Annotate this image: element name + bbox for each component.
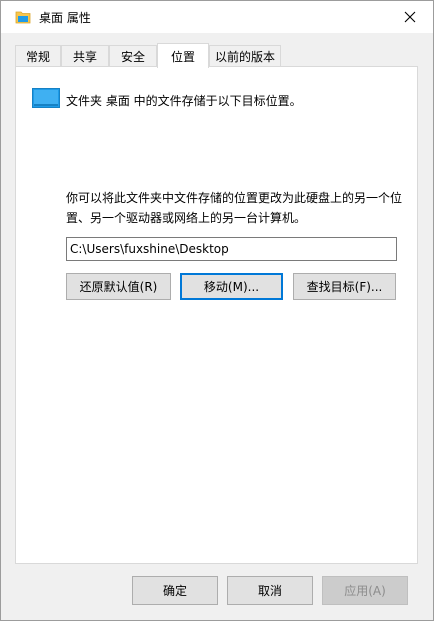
dialog-body: 常规 共享 安全 位置 以前的版本 文件夹 桌面 中的文件存储于以下目标位置。 … [1,33,433,620]
close-icon [404,11,416,23]
location-description: 文件夹 桌面 中的文件存储于以下目标位置。 [66,94,302,108]
move-button[interactable]: 移动(M)... [180,273,283,300]
tab-previous-versions[interactable]: 以前的版本 [209,45,281,66]
ok-button[interactable]: 确定 [132,576,218,605]
properties-dialog: 桌面 属性 常规 共享 安全 位置 以前的版本 文件夹 桌面 中的文件存储于以下… [0,0,434,621]
tab-label: 共享 [72,49,97,64]
apply-button[interactable]: 应用(A) [322,576,408,605]
tab-location[interactable]: 位置 [157,43,209,68]
cancel-button[interactable]: 取消 [227,576,313,605]
folder-icon [15,11,31,24]
tab-general[interactable]: 常规 [15,45,61,66]
tab-label: 常规 [25,49,50,64]
tab-sharing[interactable]: 共享 [61,45,109,66]
desktop-folder-icon [32,88,60,108]
location-info: 你可以将此文件夹中文件存储的位置更改为此硬盘上的另一个位置、另一个驱动器或网络上… [66,191,403,225]
path-input[interactable] [66,237,397,261]
tab-label: 以前的版本 [214,49,275,64]
tab-label: 安全 [120,49,145,64]
find-target-button[interactable]: 查找目标(F)... [293,273,396,300]
close-button[interactable] [395,5,425,29]
tab-security[interactable]: 安全 [109,45,157,66]
restore-default-button[interactable]: 还原默认值(R) [66,273,171,300]
title-bar: 桌面 属性 [1,1,433,33]
tab-label: 位置 [170,49,195,64]
window-title: 桌面 属性 [39,11,91,25]
location-panel: 文件夹 桌面 中的文件存储于以下目标位置。 你可以将此文件夹中文件存储的位置更改… [15,66,418,564]
